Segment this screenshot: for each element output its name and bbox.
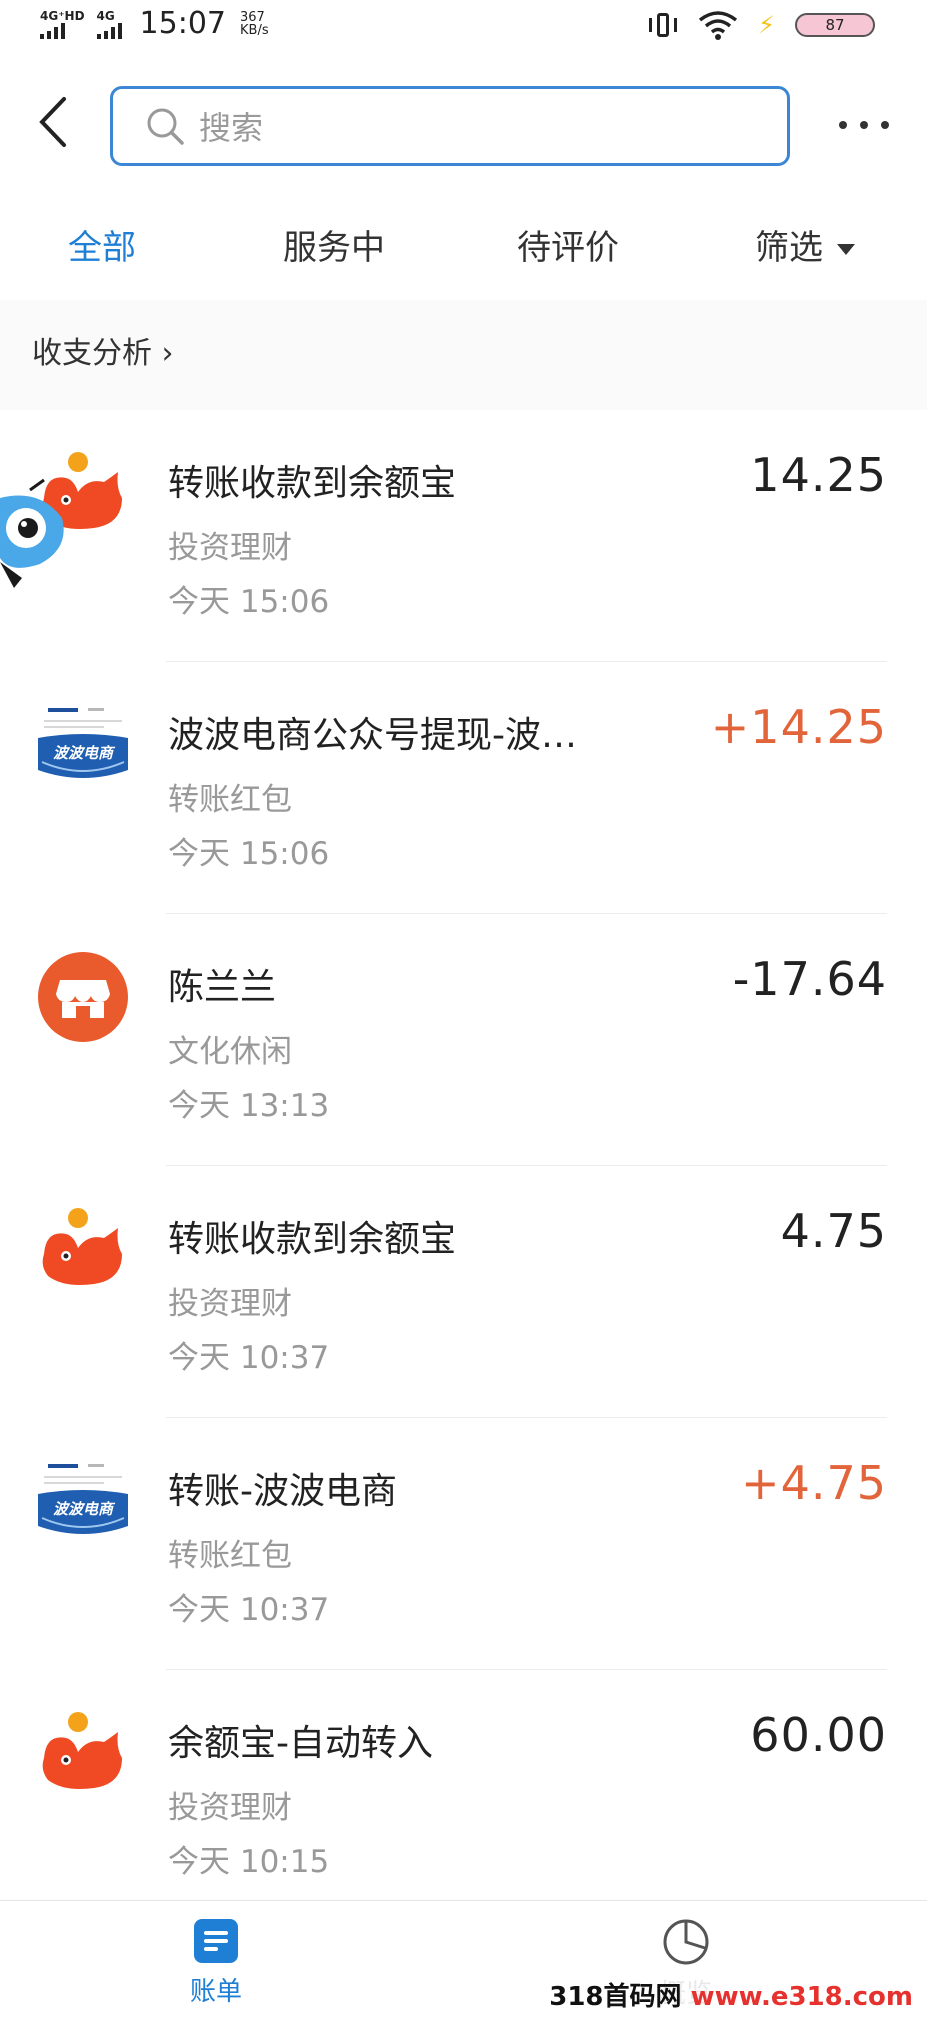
- more-dot: [881, 121, 889, 129]
- status-bar: 4G⁺HD 4G 15:07 367 KB/s ⚡ 87: [0, 0, 927, 52]
- transaction-category: 转账红包: [168, 782, 292, 818]
- tab-filter[interactable]: 筛选: [755, 220, 855, 269]
- transaction-row[interactable]: 转账收款到余额宝投资理财今天 15:06 14.25: [0, 410, 927, 662]
- transaction-title: 转账-波波电商: [168, 1471, 397, 1512]
- yuebao-icon: [42, 1208, 122, 1285]
- transaction-title: 陈兰兰: [168, 967, 277, 1008]
- transaction-category: 转账红包: [168, 1538, 292, 1574]
- search-icon: [147, 108, 184, 145]
- shop-icon: [38, 952, 128, 1042]
- signal-2: 4G: [96, 9, 122, 39]
- mascot-sticker-icon: [0, 478, 64, 588]
- chevron-left-icon: [39, 97, 66, 147]
- charging-icon: ⚡: [758, 11, 775, 39]
- transaction-category: 投资理财: [168, 530, 292, 566]
- transaction-category: 投资理财: [168, 1286, 292, 1322]
- bill-icon: [194, 1919, 238, 1963]
- transaction-amount: 14.25: [750, 448, 887, 502]
- network-speed: 367 KB/s: [240, 9, 269, 38]
- income-expense-analysis-link[interactable]: 收支分析 ›: [32, 328, 174, 372]
- transaction-title: 波波电商公众号提现-波…: [168, 715, 577, 756]
- transaction-row[interactable]: 波波电商 转账-波波电商转账红包今天 10:37 +4.75: [0, 1418, 927, 1670]
- battery-icon: 87: [795, 13, 875, 37]
- svg-text:波波电商: 波波电商: [53, 744, 116, 762]
- transaction-time: 今天 10:37: [168, 1592, 330, 1628]
- signal-bars-icon: [40, 22, 65, 39]
- svg-text:波波电商: 波波电商: [53, 1500, 116, 1518]
- top-bar: 搜索: [0, 70, 927, 180]
- transaction-amount: +14.25: [710, 700, 887, 754]
- transaction-title: 转账收款到余额宝: [168, 1219, 457, 1260]
- caret-down-icon: [837, 244, 855, 255]
- clock: 15:07: [139, 6, 227, 41]
- more-dot: [839, 121, 847, 129]
- filter-tabs: 全部 服务中 待评价 筛选: [0, 200, 927, 300]
- bobo-ecommerce-logo-icon: 波波电商: [38, 1456, 128, 1546]
- transaction-amount: 60.00: [750, 1708, 887, 1762]
- transaction-row[interactable]: 波波电商 波波电商公众号提现-波… 转账红包今天 15:06 +14.25: [0, 662, 927, 914]
- tab-to-review[interactable]: 待评价: [517, 220, 619, 269]
- bobo-ecommerce-logo-icon: 波波电商: [38, 700, 128, 790]
- pie-chart-icon: [663, 1919, 709, 1965]
- yuebao-icon: [42, 1712, 122, 1789]
- site-watermark: 318首码网 www.e318.com: [543, 1974, 919, 2015]
- search-placeholder: 搜索: [199, 109, 264, 147]
- transaction-icon: 波波电商: [38, 1456, 128, 1546]
- transaction-icon: [38, 1204, 128, 1294]
- transaction-title: 转账收款到余额宝: [168, 463, 457, 504]
- nav-bill[interactable]: 账单: [190, 1917, 242, 2008]
- transaction-category: 投资理财: [168, 1790, 292, 1826]
- transaction-icon: [38, 952, 128, 1042]
- transaction-time: 今天 10:37: [168, 1340, 330, 1376]
- tab-in-service[interactable]: 服务中: [283, 220, 385, 269]
- transaction-row[interactable]: 转账收款到余额宝投资理财今天 10:37 4.75: [0, 1166, 927, 1418]
- vibrate-icon: [648, 10, 678, 40]
- transaction-amount: +4.75: [741, 1456, 887, 1510]
- more-dot: [860, 121, 868, 129]
- transaction-icon: [38, 1708, 128, 1798]
- nav-bill-label: 账单: [190, 1977, 243, 2007]
- transaction-amount: -17.64: [732, 952, 887, 1006]
- transaction-title: 余额宝-自动转入: [168, 1723, 433, 1764]
- tab-all[interactable]: 全部: [68, 220, 136, 269]
- signal-bars-icon: [96, 22, 122, 39]
- search-input[interactable]: 搜索: [110, 86, 790, 166]
- signal-1: 4G⁺HD: [40, 9, 85, 39]
- transaction-row[interactable]: 陈兰兰文化休闲今天 13:13 -17.64: [0, 914, 927, 1166]
- back-button[interactable]: [28, 92, 78, 152]
- transaction-icon: 波波电商: [38, 700, 128, 790]
- transaction-time: 今天 10:15: [168, 1844, 330, 1880]
- transaction-time: 今天 13:13: [168, 1088, 330, 1124]
- transaction-category: 文化休闲: [168, 1034, 292, 1070]
- transaction-row[interactable]: 余额宝-自动转入投资理财今天 10:15 60.00: [0, 1670, 927, 1922]
- more-button[interactable]: [839, 110, 889, 140]
- wifi-icon: [699, 11, 738, 40]
- transaction-time: 今天 15:06: [168, 836, 330, 872]
- transaction-time: 今天 15:06: [168, 584, 330, 620]
- transaction-amount: 4.75: [780, 1204, 887, 1258]
